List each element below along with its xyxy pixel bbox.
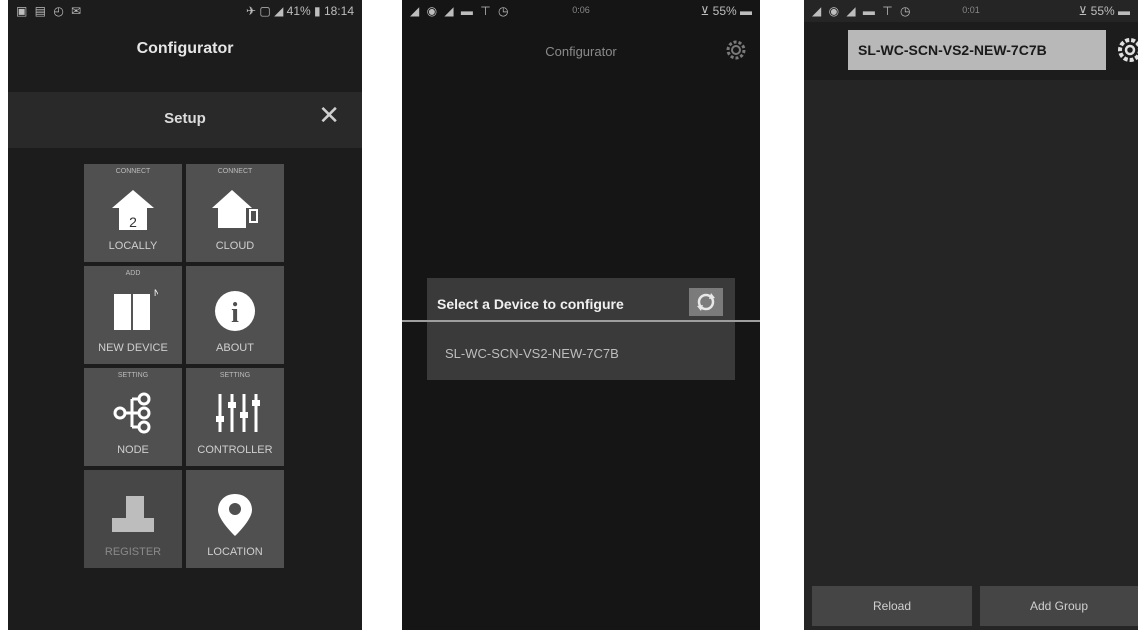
tile-label: NODE — [117, 444, 149, 456]
setup-title: Setup — [164, 110, 206, 127]
status-right: ✈ ▢ ◢ 41% ▮ 18:14 — [246, 4, 354, 18]
tile-node[interactable]: SETTING NODE — [84, 368, 182, 466]
svg-text:2: 2 — [129, 214, 137, 230]
status-right: ⊻ 55% ▬ — [1078, 4, 1130, 18]
tile-about[interactable]: i ABOUT — [186, 266, 284, 364]
bottom-bar: Reload Add Group — [804, 586, 1138, 630]
info-icon: i — [215, 291, 255, 331]
dialog-title: Select a Device to configure — [437, 296, 624, 312]
tile-caption: ADD — [125, 270, 141, 277]
tile-caption: SETTING — [219, 372, 251, 379]
tile-caption: SETTING — [117, 372, 149, 379]
tile-label: NEW DEVICE — [98, 342, 168, 354]
home-cloud-icon — [212, 190, 258, 228]
new-device-icon: N — [114, 288, 158, 330]
tile-connect-cloud[interactable]: CONNECT CLOUD — [186, 164, 284, 262]
setup-header: Setup ✕ — [8, 92, 362, 148]
tile-label: ABOUT — [216, 342, 254, 354]
add-group-button[interactable]: Add Group — [980, 586, 1138, 626]
tile-caption: CONNECT — [115, 168, 151, 175]
status-right: ⊻ 55% ▬ — [700, 4, 752, 18]
tile-new-device[interactable]: ADD N NEW DEVICE — [84, 266, 182, 364]
tile-label: LOCATION — [207, 546, 263, 558]
home-local-icon: 2 — [112, 190, 154, 230]
gear-icon[interactable] — [724, 38, 748, 62]
device-selector[interactable]: SL-WC-SCN-VS2-NEW-7C7B — [848, 30, 1106, 70]
phone-device-select-screen: ◢ ◉ ◢ ▬ ⊤ ◷ 0:06 ⊻ 55% ▬ Configurator Se… — [402, 0, 760, 630]
tile-connect-locally[interactable]: CONNECT 2 LOCALLY — [84, 164, 182, 262]
tile-controller[interactable]: SETTING CONTROLLER — [186, 368, 284, 466]
gear-icon[interactable] — [1116, 36, 1138, 64]
refresh-button[interactable] — [689, 288, 723, 316]
tile-label: REGISTER — [104, 546, 162, 558]
top-bar: SL-WC-SCN-VS2-NEW-7C7B — [804, 22, 1138, 80]
svg-text:i: i — [231, 298, 239, 329]
location-icon — [218, 494, 252, 536]
app-title: Configurator — [545, 44, 617, 59]
tile-caption: CONNECT — [217, 168, 253, 175]
tile-label: CONTROLLER — [197, 444, 273, 456]
app-title: Configurator — [136, 40, 234, 57]
node-icon — [113, 392, 151, 434]
device-list-item[interactable]: SL-WC-SCN-VS2-NEW-7C7B — [445, 346, 619, 361]
tile-register[interactable]: REGISTER — [84, 470, 182, 568]
register-icon — [112, 496, 154, 532]
dialog-header: Select a Device to configure — [427, 278, 735, 320]
tile-label: CLOUD — [215, 240, 255, 252]
phone-setup-screen: ▣ ▤ ◴ ✉ ✈ ▢ ◢ 41% ▮ 18:14 Configurator S… — [8, 0, 362, 630]
status-bar: ▣ ▤ ◴ ✉ ✈ ▢ ◢ 41% ▮ 18:14 — [8, 0, 362, 22]
close-icon[interactable]: ✕ — [318, 100, 340, 131]
status-left: ▣ ▤ ◴ ✉ — [16, 4, 84, 18]
refresh-icon — [697, 293, 715, 311]
tile-label: LOCALLY — [108, 240, 158, 252]
svg-text:N: N — [154, 288, 158, 298]
status-bar: ◢ ◉ ◢ ▬ ⊤ ◷ 0:01 ⊻ 55% ▬ — [804, 0, 1138, 22]
reload-button[interactable]: Reload — [812, 586, 972, 626]
status-bar: ◢ ◉ ◢ ▬ ⊤ ◷ 0:06 ⊻ 55% ▬ — [402, 0, 760, 22]
dialog-body: SL-WC-SCN-VS2-NEW-7C7B — [427, 322, 735, 380]
controller-icon — [216, 394, 260, 432]
tile-location[interactable]: LOCATION — [186, 470, 284, 568]
phone-device-screen: ◢ ◉ ◢ ▬ ⊤ ◷ 0:01 ⊻ 55% ▬ SL-WC-SCN-VS2-N… — [804, 0, 1138, 630]
